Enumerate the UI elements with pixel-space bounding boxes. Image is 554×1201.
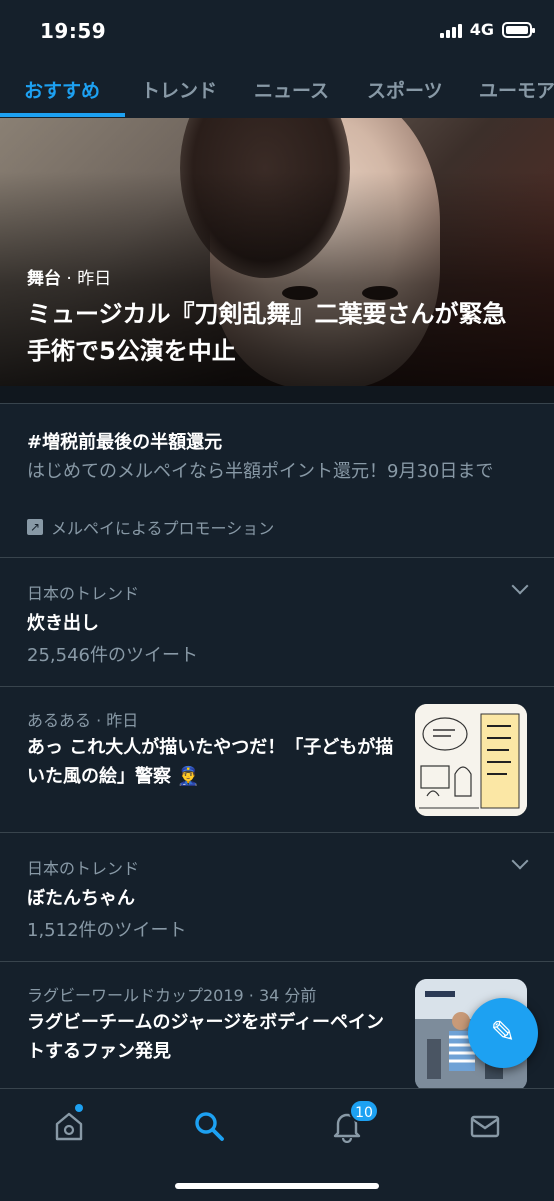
chevron-down-icon[interactable]	[511, 577, 529, 595]
trend-meta: ラグビーワールドカップ2019 · 34 分前	[27, 986, 317, 1005]
status-time: 19:59	[40, 19, 107, 43]
home-unread-dot	[75, 1104, 83, 1112]
messages-envelope-icon[interactable]	[468, 1109, 502, 1143]
compose-feather-icon: ✎	[490, 1015, 516, 1050]
search-icon[interactable]	[192, 1109, 226, 1143]
hero-category: 舞台	[27, 269, 61, 289]
trend-count: 1,512件のツイート	[27, 920, 187, 941]
explore-tabs: おすすめ トレンド ニュース スポーツ ユーモア	[0, 62, 554, 119]
trend-item[interactable]: 日本のトレンド 炊き出し 25,546件のツイート	[0, 558, 554, 687]
trend-item-story[interactable]: あるある · 昨日 あっ これ大人が描いたやつだ！「子どもが描いた風の絵」警察 …	[0, 687, 554, 833]
sketch-illustration	[415, 704, 527, 816]
promo-body: はじめてのメルペイなら半額ポイント還元！9月30日まで	[27, 461, 494, 482]
hero-meta: 舞台 · 昨日	[27, 264, 111, 289]
home-icon[interactable]	[52, 1109, 86, 1143]
hero-title: ミュージカル『刀剣乱舞』二葉要さんが緊急手術で5公演を中止	[27, 300, 507, 365]
status-indicators: 4G	[439, 20, 535, 39]
promoted-trend[interactable]: #増税前最後の半額還元 はじめてのメルペイなら半額ポイント還元！9月30日まで …	[0, 404, 554, 558]
trend-thumbnail	[415, 704, 527, 816]
battery-icon	[502, 21, 535, 38]
promo-tag-label: メルペイによるプロモーション	[51, 519, 275, 538]
trend-title: 炊き出し	[27, 613, 99, 634]
signal-icon	[439, 22, 462, 38]
status-bar: 19:59 4G	[0, 0, 554, 62]
home-indicator	[175, 1183, 379, 1189]
compose-tweet-button[interactable]: ✎	[468, 998, 538, 1068]
trend-item[interactable]: 日本のトレンド ぼたんちゃん 1,512件のツイート	[0, 833, 554, 962]
trend-title: ぼたんちゃん	[27, 888, 135, 909]
network-type: 4G	[469, 20, 494, 39]
promoted-icon: ↗	[27, 519, 43, 535]
tab-recommended[interactable]: おすすめ	[24, 76, 100, 103]
hero-story[interactable]: 舞台 · 昨日 ミュージカル『刀剣乱舞』二葉要さんが緊急手術で5公演を中止	[0, 118, 554, 386]
chevron-down-icon[interactable]	[511, 852, 529, 870]
tab-humor[interactable]: ユーモア	[479, 76, 554, 103]
tab-trends[interactable]: トレンド	[141, 76, 217, 103]
promo-title: #増税前最後の半額還元	[27, 432, 223, 453]
promo-tag: ↗ メルペイによるプロモーション	[27, 515, 274, 539]
tab-sports[interactable]: スポーツ	[367, 76, 443, 103]
trend-meta: 日本のトレンド	[27, 584, 140, 603]
section-separator	[0, 386, 554, 404]
hero-time: · 昨日	[66, 269, 112, 289]
bottom-navigation: 10	[0, 1088, 554, 1201]
tab-indicator	[0, 113, 125, 117]
trend-title: あっ これ大人が描いたやつだ！「子どもが描いた風の絵」警察 👮‍♂️	[27, 737, 394, 787]
tab-news[interactable]: ニュース	[254, 76, 329, 103]
trend-meta: 日本のトレンド	[27, 859, 140, 878]
trend-title: ラグビーチームのジャージをボディーペイントするファン発見	[27, 1012, 384, 1062]
notification-count-badge: 10	[349, 1099, 379, 1123]
trend-count: 25,546件のツイート	[27, 645, 198, 666]
trend-meta: あるある · 昨日	[27, 711, 139, 730]
